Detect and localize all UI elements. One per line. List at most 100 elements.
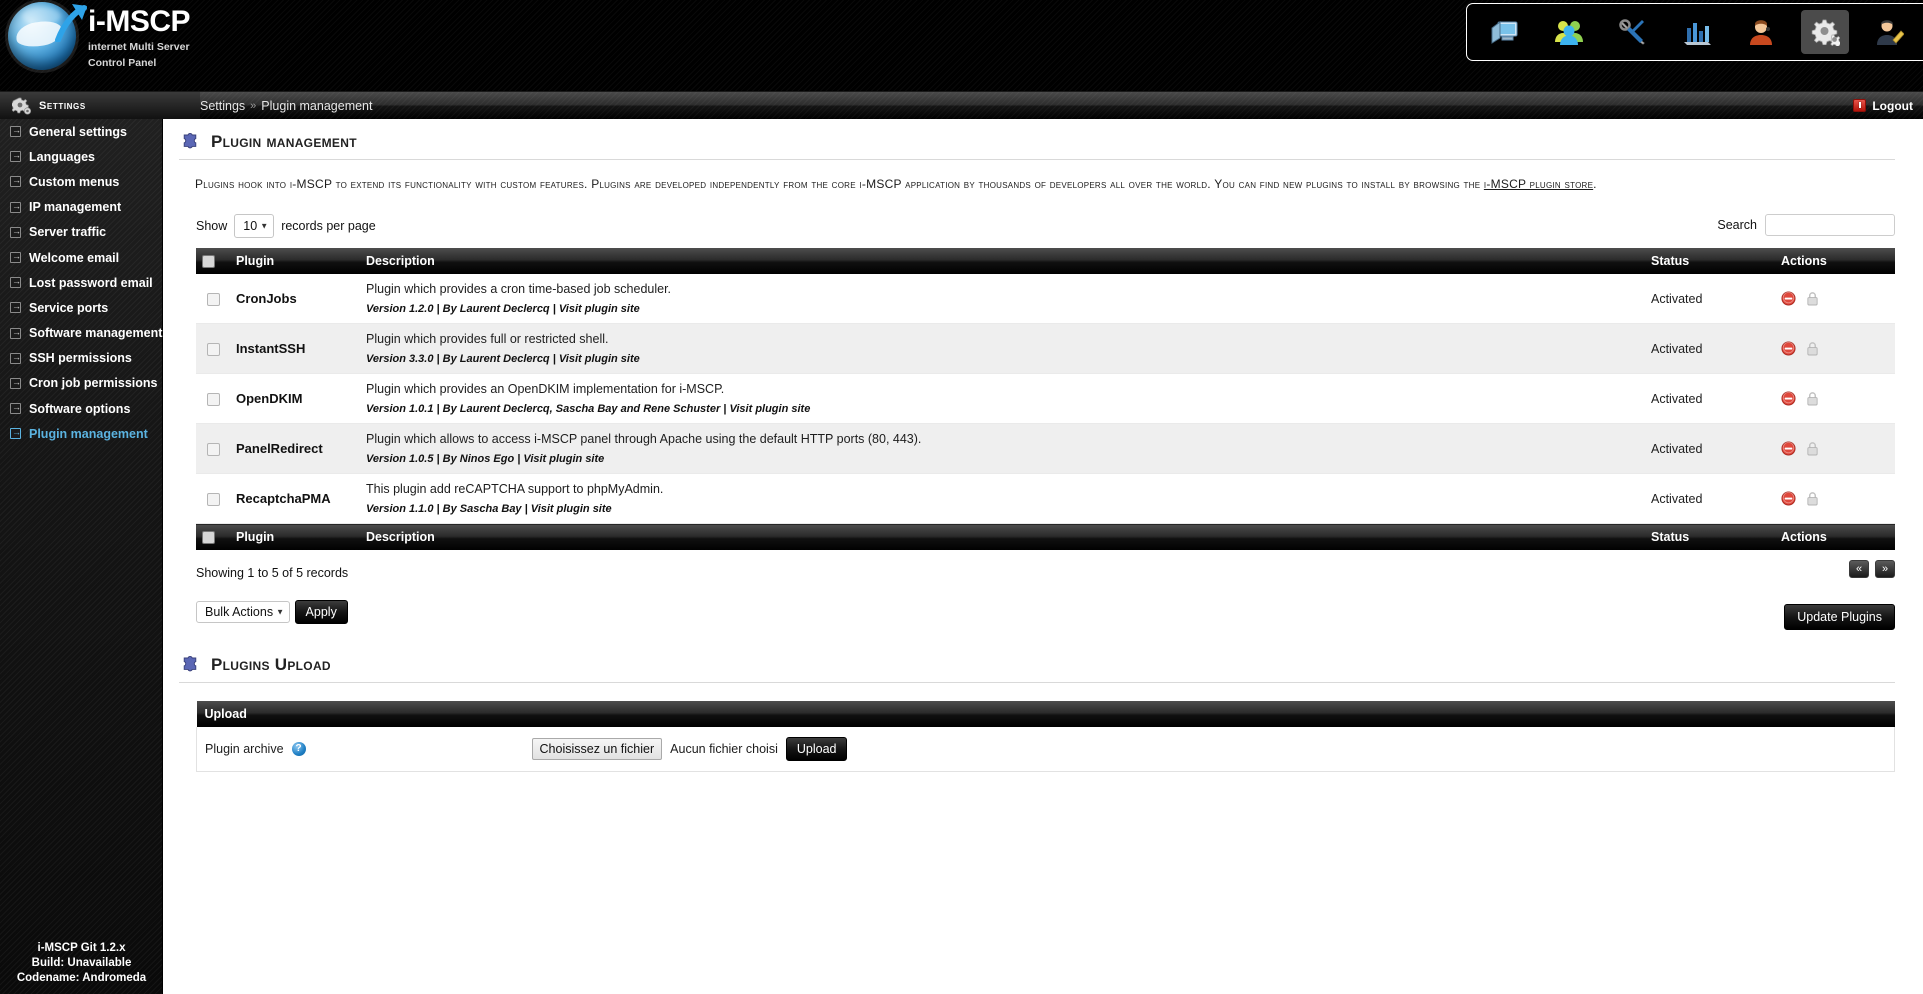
table-row: OpenDKIM Plugin which provides an OpenDKI… xyxy=(196,373,1895,424)
update-plugins-button[interactable]: Update Plugins xyxy=(1784,603,1895,630)
visit-plugin-site-link[interactable]: Visit plugin site xyxy=(559,303,640,315)
row-checkbox[interactable] xyxy=(206,442,220,456)
nav-statistics[interactable] xyxy=(1673,10,1721,54)
row-actions xyxy=(1781,491,1889,506)
plugin-status-cell: Activated xyxy=(1645,274,1775,324)
description-text-after: . xyxy=(1593,177,1597,191)
sidebar-item-software-options[interactable]: Software options xyxy=(0,396,162,421)
brand-logo[interactable]: i-MSCP internet Multi Server Control Pan… xyxy=(8,2,191,70)
meta-separator: | xyxy=(436,303,440,315)
arrow-right-icon xyxy=(10,426,22,440)
visit-plugin-site-link[interactable]: Visit plugin site xyxy=(559,353,640,365)
nav-settings[interactable] xyxy=(1801,10,1849,54)
records-per-page-value: 10 xyxy=(243,219,258,233)
select-all-checkbox-footer[interactable] xyxy=(202,530,215,544)
lock-icon[interactable] xyxy=(1806,491,1819,506)
visit-plugin-site-link[interactable]: Visit plugin site xyxy=(729,403,810,415)
plugin-description-cell: Plugin which provides a cron time-based … xyxy=(360,274,1645,324)
sidebar-item-welcome-email[interactable]: Welcome email xyxy=(0,245,162,270)
arrow-right-icon xyxy=(10,326,22,339)
upload-button[interactable]: Upload xyxy=(785,736,848,761)
section-tab-settings[interactable]: Settings xyxy=(0,92,200,119)
logout-button[interactable]: Logout xyxy=(1853,92,1913,119)
status-badge: Activated xyxy=(1651,291,1703,306)
nav-support[interactable] xyxy=(1737,10,1785,54)
sidebar-item-label: SSH permissions xyxy=(29,351,132,366)
nav-system-tools[interactable] xyxy=(1609,10,1657,54)
sidebar-item-server-traffic[interactable]: Server traffic xyxy=(0,220,162,245)
chevron-down-icon: ▼ xyxy=(276,607,285,616)
breadcrumb-bar: Settings Settings » Plugin management Lo… xyxy=(0,92,1923,119)
deactivate-icon[interactable] xyxy=(1781,291,1796,306)
sidebar-item-ip-management[interactable]: IP management xyxy=(0,195,162,220)
sidebar-item-cron-job-permissions[interactable]: Cron job permissions xyxy=(0,371,162,396)
help-icon[interactable]: ? xyxy=(291,741,306,756)
deactivate-icon[interactable] xyxy=(1781,491,1796,506)
row-checkbox[interactable] xyxy=(206,392,220,406)
sidebar-item-plugin-management[interactable]: Plugin management xyxy=(0,421,162,446)
breadcrumb-separator: » xyxy=(250,99,257,112)
row-checkbox[interactable] xyxy=(206,492,220,506)
plugin-name: CronJobs xyxy=(236,291,297,306)
pagination-last-button[interactable]: » xyxy=(1875,559,1895,578)
sidebar-item-software-management[interactable]: Software management xyxy=(0,321,162,346)
sidebar-item-service-ports[interactable]: Service ports xyxy=(0,295,162,320)
sidebar-item-custom-menus[interactable]: Custom menus xyxy=(0,169,162,194)
lock-icon[interactable] xyxy=(1806,391,1819,406)
profile-icon xyxy=(1877,20,1904,45)
globe-logo-icon xyxy=(8,2,76,70)
plugin-description: Plugin which allows to access i-MSCP pan… xyxy=(366,432,922,446)
plugin-description: Plugin which provides full or restricted… xyxy=(366,332,609,346)
sidebar-item-ssh-permissions[interactable]: SSH permissions xyxy=(0,346,162,371)
sidebar-item-lost-password-email[interactable]: Lost password email xyxy=(0,270,162,295)
header-actions[interactable]: Actions xyxy=(1775,248,1895,274)
row-checkbox[interactable] xyxy=(206,342,220,356)
sidebar-item-label: Software options xyxy=(29,401,131,416)
plugin-actions-cell xyxy=(1775,373,1895,424)
footer-description[interactable]: Description xyxy=(360,523,1645,550)
sidebar-item-label: Server traffic xyxy=(29,225,107,240)
nav-general-information[interactable] xyxy=(1481,10,1529,54)
nav-profile[interactable] xyxy=(1865,10,1913,54)
row-checkbox[interactable] xyxy=(206,292,220,306)
nav-users[interactable] xyxy=(1545,10,1593,54)
lock-icon[interactable] xyxy=(1806,291,1819,306)
select-all-footer[interactable] xyxy=(196,523,230,550)
header-description[interactable]: Description xyxy=(360,248,1645,274)
visit-plugin-site-link[interactable]: Visit plugin site xyxy=(523,453,604,465)
upload-table-body: Plugin archive ? Choisissez un fichier A… xyxy=(196,726,1895,772)
lock-icon[interactable] xyxy=(1806,341,1819,356)
plugin-status-cell: Activated xyxy=(1645,323,1775,374)
deactivate-icon[interactable] xyxy=(1781,391,1796,406)
bulk-actions-bar: Bulk Actions ▼ Apply Update Plugins xyxy=(196,599,1895,630)
search-label: Search xyxy=(1717,218,1757,232)
deactivate-icon[interactable] xyxy=(1781,441,1796,456)
plugin-store-link[interactable]: i-MSCP plugin store xyxy=(1484,177,1593,191)
records-per-page-select[interactable]: 10 ▼ xyxy=(234,214,275,238)
select-all-header[interactable] xyxy=(196,248,230,274)
breadcrumb-root[interactable]: Settings xyxy=(200,99,245,113)
sidebar-item-label: Cron job permissions xyxy=(29,376,158,391)
lock-icon[interactable] xyxy=(1806,441,1819,456)
sidebar-item-languages[interactable]: Languages xyxy=(0,144,162,169)
footer-actions[interactable]: Actions xyxy=(1775,523,1895,550)
plugin-name-cell: OpenDKIM xyxy=(230,373,360,424)
header-status[interactable]: Status xyxy=(1645,248,1775,274)
apply-button[interactable]: Apply xyxy=(294,599,348,624)
bulk-actions-select[interactable]: Bulk Actions ▼ xyxy=(196,600,291,623)
visit-plugin-site-link[interactable]: Visit plugin site xyxy=(531,503,612,515)
plugin-version: Version 3.3.0 xyxy=(366,353,434,365)
breadcrumb: Settings » Plugin management xyxy=(200,92,372,119)
plugin-archive-field: Plugin archive ? Choisissez un fichier A… xyxy=(205,736,1886,761)
header-plugin[interactable]: Plugin xyxy=(230,248,360,274)
footer-status[interactable]: Status xyxy=(1645,523,1775,550)
deactivate-icon[interactable] xyxy=(1781,341,1796,356)
select-all-checkbox[interactable] xyxy=(202,255,215,269)
pagination-first-button[interactable]: « xyxy=(1849,559,1869,578)
sidebar-item-general-settings[interactable]: General settings xyxy=(0,119,162,144)
footer-plugin[interactable]: Plugin xyxy=(230,523,360,550)
choose-file-button[interactable]: Choisissez un fichier xyxy=(531,737,663,760)
records-per-page-suffix: records per page xyxy=(281,219,376,233)
plugin-name: OpenDKIM xyxy=(236,391,303,406)
search-input[interactable] xyxy=(1765,214,1895,236)
